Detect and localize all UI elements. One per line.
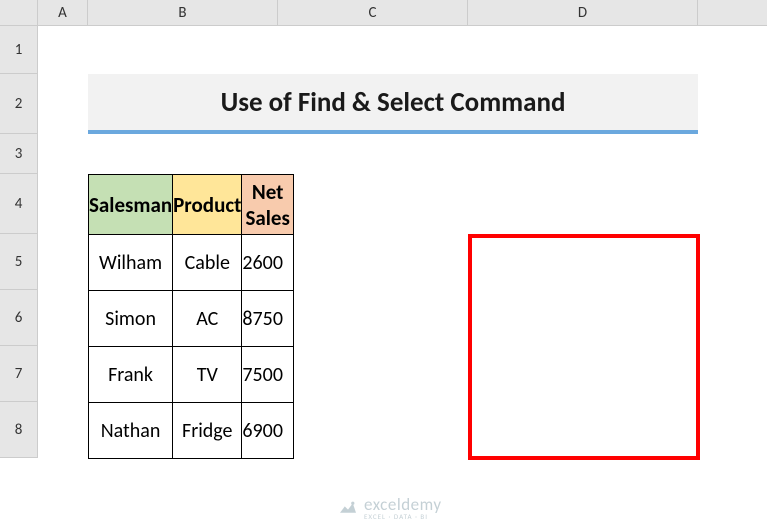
cell-product[interactable]: AC (173, 291, 242, 347)
row-header-3[interactable]: 3 (0, 134, 37, 174)
cell-netsales[interactable]: 2600 (242, 235, 294, 291)
watermark-sub: EXCEL · DATA · BI (364, 513, 442, 520)
col-header-d[interactable]: D (468, 0, 698, 25)
row-header-4[interactable]: 4 (0, 174, 37, 234)
cell-salesman[interactable]: Frank (89, 347, 173, 403)
watermark: exceldemy EXCEL · DATA · BI (338, 496, 442, 520)
row-header-8[interactable]: 8 (0, 402, 37, 458)
cell-product[interactable]: Fridge (173, 403, 242, 459)
cell-netsales[interactable]: 6900 (242, 403, 294, 459)
data-table: Salesman Product Net Sales Wilham Cable … (88, 174, 294, 459)
row-header-5[interactable]: 5 (0, 234, 37, 290)
selection-highlight (468, 234, 700, 460)
table-row: Simon AC 8750 (89, 291, 294, 347)
header-salesman[interactable]: Salesman (89, 175, 173, 235)
row-headers-col: 1 2 3 4 5 6 7 8 (0, 26, 38, 458)
row-header-6[interactable]: 6 (0, 290, 37, 346)
spreadsheet-grid: A B C D 1 2 3 4 5 6 7 8 Use of Find & Se… (0, 0, 767, 507)
table-row: Wilham Cable 2600 (89, 235, 294, 291)
col-header-a[interactable]: A (38, 0, 88, 25)
row-header-2[interactable]: 2 (0, 74, 37, 134)
header-netsales[interactable]: Net Sales (242, 175, 294, 235)
cell-product[interactable]: TV (173, 347, 242, 403)
watermark-icon (338, 500, 358, 516)
table-row: Frank TV 7500 (89, 347, 294, 403)
col-header-b[interactable]: B (88, 0, 278, 25)
select-all-corner[interactable] (0, 0, 38, 25)
table-row: Nathan Fridge 6900 (89, 403, 294, 459)
watermark-main: exceldemy (364, 496, 442, 513)
cell-salesman[interactable]: Wilham (89, 235, 173, 291)
col-header-c[interactable]: C (278, 0, 468, 25)
row-header-7[interactable]: 7 (0, 346, 37, 402)
cell-netsales[interactable]: 8750 (242, 291, 294, 347)
cell-product[interactable]: Cable (173, 235, 242, 291)
row-header-1[interactable]: 1 (0, 26, 37, 74)
page-title[interactable]: Use of Find & Select Command (88, 74, 698, 134)
cell-netsales[interactable]: 7500 (242, 347, 294, 403)
cell-salesman[interactable]: Simon (89, 291, 173, 347)
cell-salesman[interactable]: Nathan (89, 403, 173, 459)
column-headers-row: A B C D (0, 0, 767, 26)
header-product[interactable]: Product (173, 175, 242, 235)
table-header-row: Salesman Product Net Sales (89, 175, 294, 235)
